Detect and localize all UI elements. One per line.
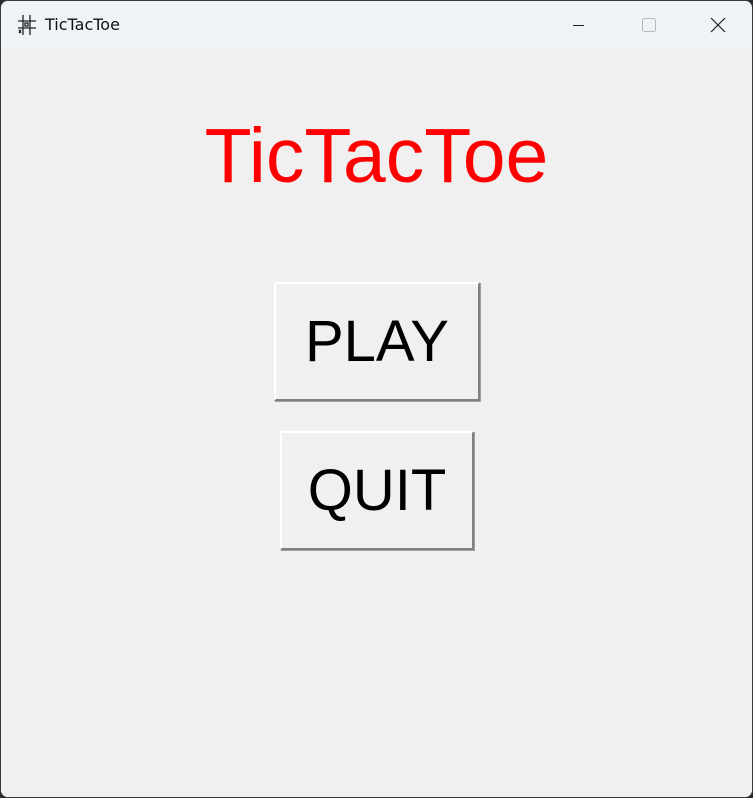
play-button[interactable]: PLAY <box>274 282 480 401</box>
close-button[interactable] <box>683 1 752 49</box>
maximize-icon <box>642 18 656 32</box>
minimize-icon <box>573 25 584 26</box>
quit-button[interactable]: QUIT <box>280 431 474 550</box>
hash-grid-icon <box>17 14 37 36</box>
close-icon <box>710 17 726 33</box>
title-bar[interactable]: TicTacToe <box>1 1 752 49</box>
maximize-button[interactable] <box>613 1 683 49</box>
game-title: TicTacToe <box>204 113 549 199</box>
window-title: TicTacToe <box>45 15 120 34</box>
minimize-button[interactable] <box>543 1 613 49</box>
app-window: TicTacToe TicTacToe PLAY QUIT <box>0 0 753 798</box>
main-content: TicTacToe PLAY QUIT <box>1 49 752 797</box>
